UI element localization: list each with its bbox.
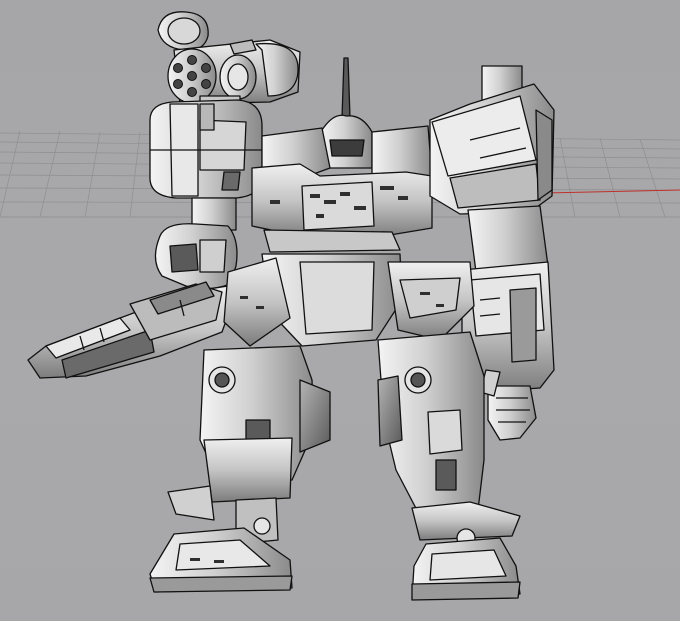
antenna: [341, 57, 351, 119]
x-axis-line: [544, 189, 680, 194]
arm-weapon: [27, 281, 233, 379]
missile-pod: [157, 11, 301, 115]
viewport-canvas[interactable]: [0, 0, 680, 621]
waist: [223, 253, 475, 347]
right-shoulder: [429, 65, 555, 215]
mech-model[interactable]: [27, 11, 555, 601]
left-leg: [167, 345, 331, 545]
3d-viewport[interactable]: [0, 0, 680, 621]
right-foot: [411, 537, 521, 601]
head: [321, 114, 373, 169]
left-shoulder: [149, 99, 263, 199]
left-arm: [154, 197, 238, 290]
